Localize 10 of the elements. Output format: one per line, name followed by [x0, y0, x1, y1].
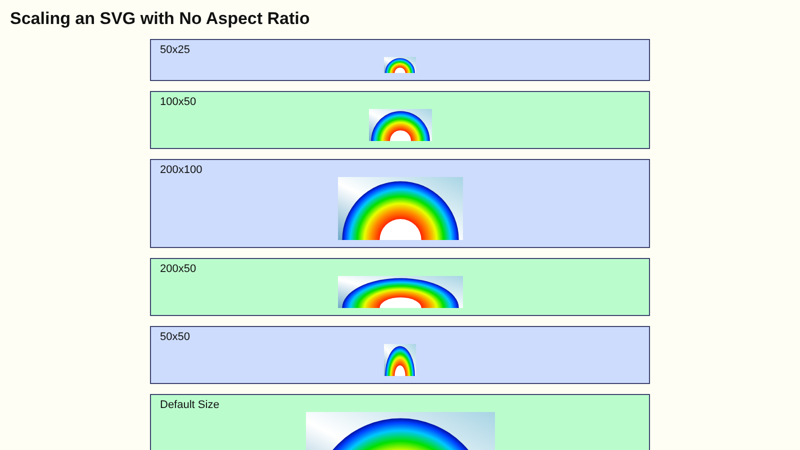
rainbow-drawing	[384, 344, 416, 376]
rainbow-drawing	[368, 109, 432, 141]
page-title: Scaling an SVG with No Aspect Ratio	[10, 9, 311, 29]
panel-label: 50x25	[160, 44, 190, 56]
panel-label: 200x100	[160, 164, 202, 176]
rainbow-drawing	[384, 57, 416, 73]
panel-label: 100x50	[160, 96, 196, 108]
panel-label: 200x50	[160, 263, 196, 275]
panel-label: Default Size	[160, 399, 220, 411]
panel-label: 50x50	[160, 331, 190, 343]
